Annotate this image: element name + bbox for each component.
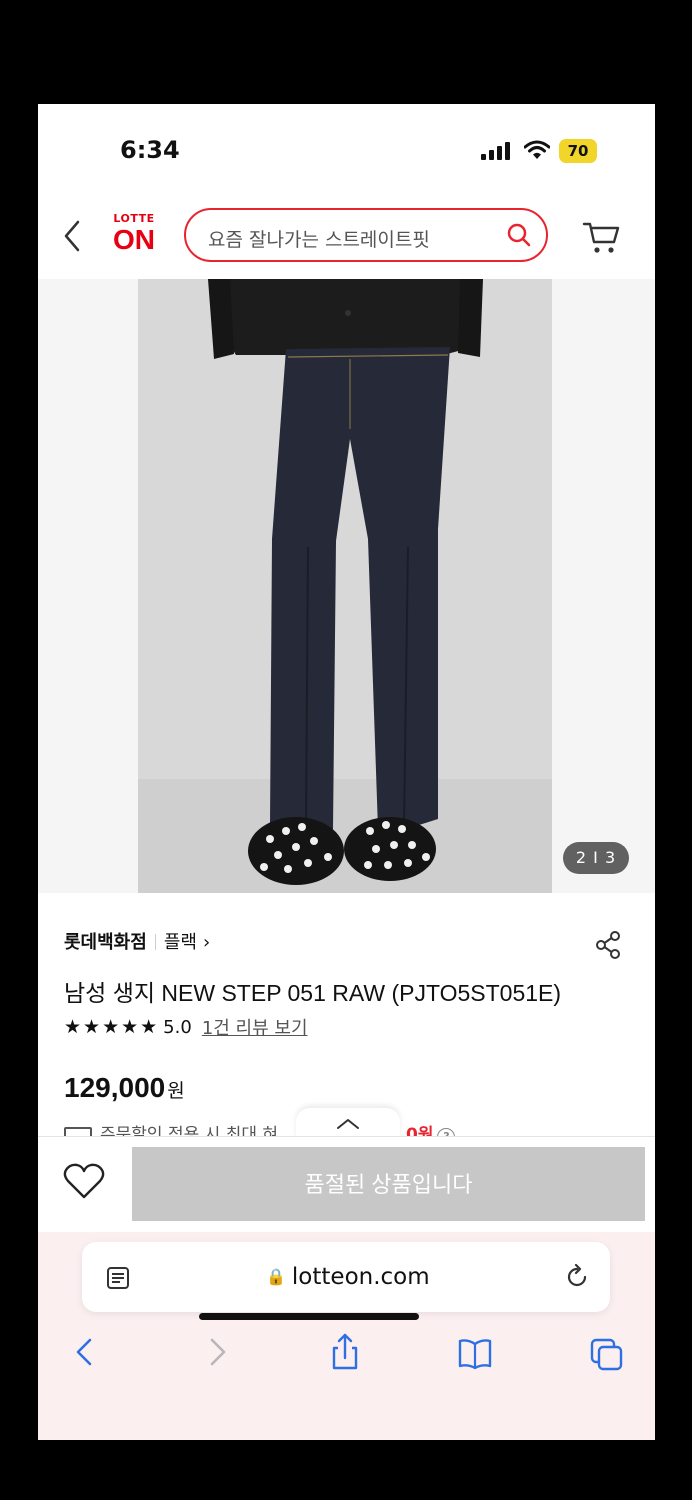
search-icon[interactable]: [506, 222, 532, 248]
review-link[interactable]: 1건 리뷰 보기: [202, 1014, 308, 1040]
browser-forward-icon[interactable]: [200, 1332, 234, 1372]
cart-icon[interactable]: [582, 218, 622, 256]
phone-screen: 6:34 70 LOTTE ON 요즘 잘나가는 스트레이트핏 2 I 3 롯데…: [38, 104, 655, 1440]
status-time: 6:34: [120, 136, 180, 164]
tabs-icon[interactable]: [590, 1332, 624, 1372]
brand-name[interactable]: 플랙: [164, 932, 197, 953]
share-icon[interactable]: [594, 930, 622, 960]
price-value: 129,000: [64, 1072, 166, 1103]
browser-chrome: 🔒 lotteon.com: [38, 1232, 655, 1440]
lock-icon: 🔒: [266, 1267, 286, 1286]
divider: [154, 934, 156, 950]
search-input[interactable]: 요즘 잘나가는 스트레이트핏: [184, 208, 548, 262]
browser-back-icon[interactable]: [68, 1332, 102, 1372]
battery-indicator: 70: [559, 139, 597, 163]
status-bar: 6:34 70: [38, 104, 655, 194]
logo-main-text: ON: [113, 224, 155, 255]
store-name[interactable]: 롯데백화점: [64, 932, 147, 953]
search-placeholder: 요즘 잘나가는 스트레이트핏: [208, 229, 430, 251]
url-display: 🔒 lotteon.com: [266, 1264, 430, 1290]
bookmarks-icon[interactable]: [458, 1332, 492, 1372]
sold-out-button[interactable]: 품절된 상품입니다: [132, 1147, 645, 1221]
chevron-right-icon: ›: [202, 932, 211, 953]
product-photo: [138, 279, 552, 893]
app-header: LOTTE ON 요즘 잘나가는 스트레이트핏: [38, 196, 655, 280]
purchase-action-bar: 품절된 상품입니다: [38, 1136, 655, 1233]
price: 129,000 원: [64, 1072, 185, 1104]
image-counter-badge: 2 I 3: [563, 842, 629, 874]
rating-score: 5.0: [163, 1016, 192, 1038]
lotte-on-logo[interactable]: LOTTE ON: [108, 212, 160, 260]
brand-breadcrumb[interactable]: 롯데백화점 플랙 ›: [64, 928, 210, 954]
star-rating-icon: ★★★★★: [64, 1016, 160, 1038]
back-arrow-icon[interactable]: [60, 218, 84, 254]
wifi-icon: [524, 140, 550, 159]
price-unit: 원: [167, 1081, 185, 1102]
home-indicator[interactable]: [199, 1313, 419, 1320]
product-title: 남성 생지 NEW STEP 051 RAW (PJTO5ST051E): [64, 980, 562, 1006]
wishlist-heart-icon[interactable]: [62, 1161, 106, 1201]
reload-icon[interactable]: [564, 1264, 590, 1290]
reader-mode-icon[interactable]: [106, 1266, 130, 1290]
rating-row: ★★★★★ 5.0 1건 리뷰 보기: [64, 1014, 308, 1040]
chevron-up-icon: [337, 1119, 359, 1129]
address-bar[interactable]: 🔒 lotteon.com: [82, 1242, 610, 1312]
browser-toolbar: [38, 1332, 655, 1376]
cellular-signal-icon: [481, 142, 510, 160]
product-image-gallery[interactable]: 2 I 3: [38, 279, 655, 893]
share-sheet-icon[interactable]: [328, 1332, 362, 1372]
